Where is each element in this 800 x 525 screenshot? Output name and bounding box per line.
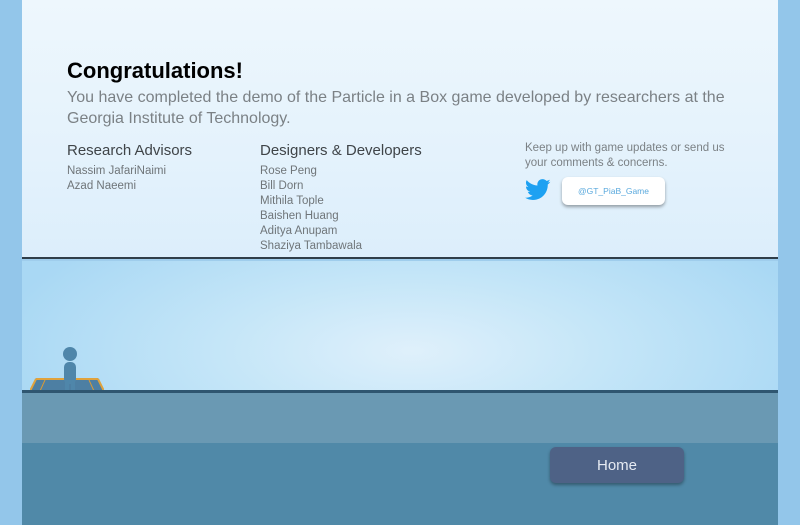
page-title: Congratulations! <box>67 58 243 83</box>
sky-background <box>22 261 778 391</box>
list-item: Baishen Huang <box>260 210 339 222</box>
right-border <box>778 0 800 525</box>
game-canvas: Congratulations! You have completed the … <box>22 0 778 525</box>
developers-section: Designers & Developers Rose Peng Bill Do… <box>260 142 422 254</box>
list-item: Rose Peng <box>260 165 317 177</box>
left-border <box>0 0 22 525</box>
ground-top <box>22 393 778 443</box>
list-item: Mithila Tople <box>260 195 324 207</box>
developers-heading: Designers & Developers <box>260 142 422 159</box>
list-item: Nassim JafariNaimi <box>67 165 167 177</box>
social-text: Keep up with game updates or send us you… <box>525 142 725 169</box>
developers-list: Rose Peng Bill Dorn Mithila Tople Baishe… <box>260 164 422 254</box>
intro-text: You have completed the demo of the Parti… <box>67 89 725 127</box>
list-item: Azad Naeemi <box>67 180 137 192</box>
advisors-list: Nassim JafariNaimi Azad Naeemi <box>67 164 192 194</box>
advisors-heading: Research Advisors <box>67 142 193 159</box>
advisors-section: Research Advisors Nassim JafariNaimi Aza… <box>67 142 192 194</box>
twitter-bird-icon[interactable] <box>525 179 551 201</box>
twitter-handle-button[interactable]: @GT_PiaB_Game <box>562 177 665 205</box>
list-item: Bill Dorn <box>260 180 304 192</box>
home-button[interactable]: Home <box>550 447 684 483</box>
list-item: Aditya Anupam <box>260 225 338 237</box>
player-figure <box>63 347 77 392</box>
credits-panel: Congratulations! You have completed the … <box>22 0 778 259</box>
list-item: Shaziya Tambawala <box>260 240 363 252</box>
